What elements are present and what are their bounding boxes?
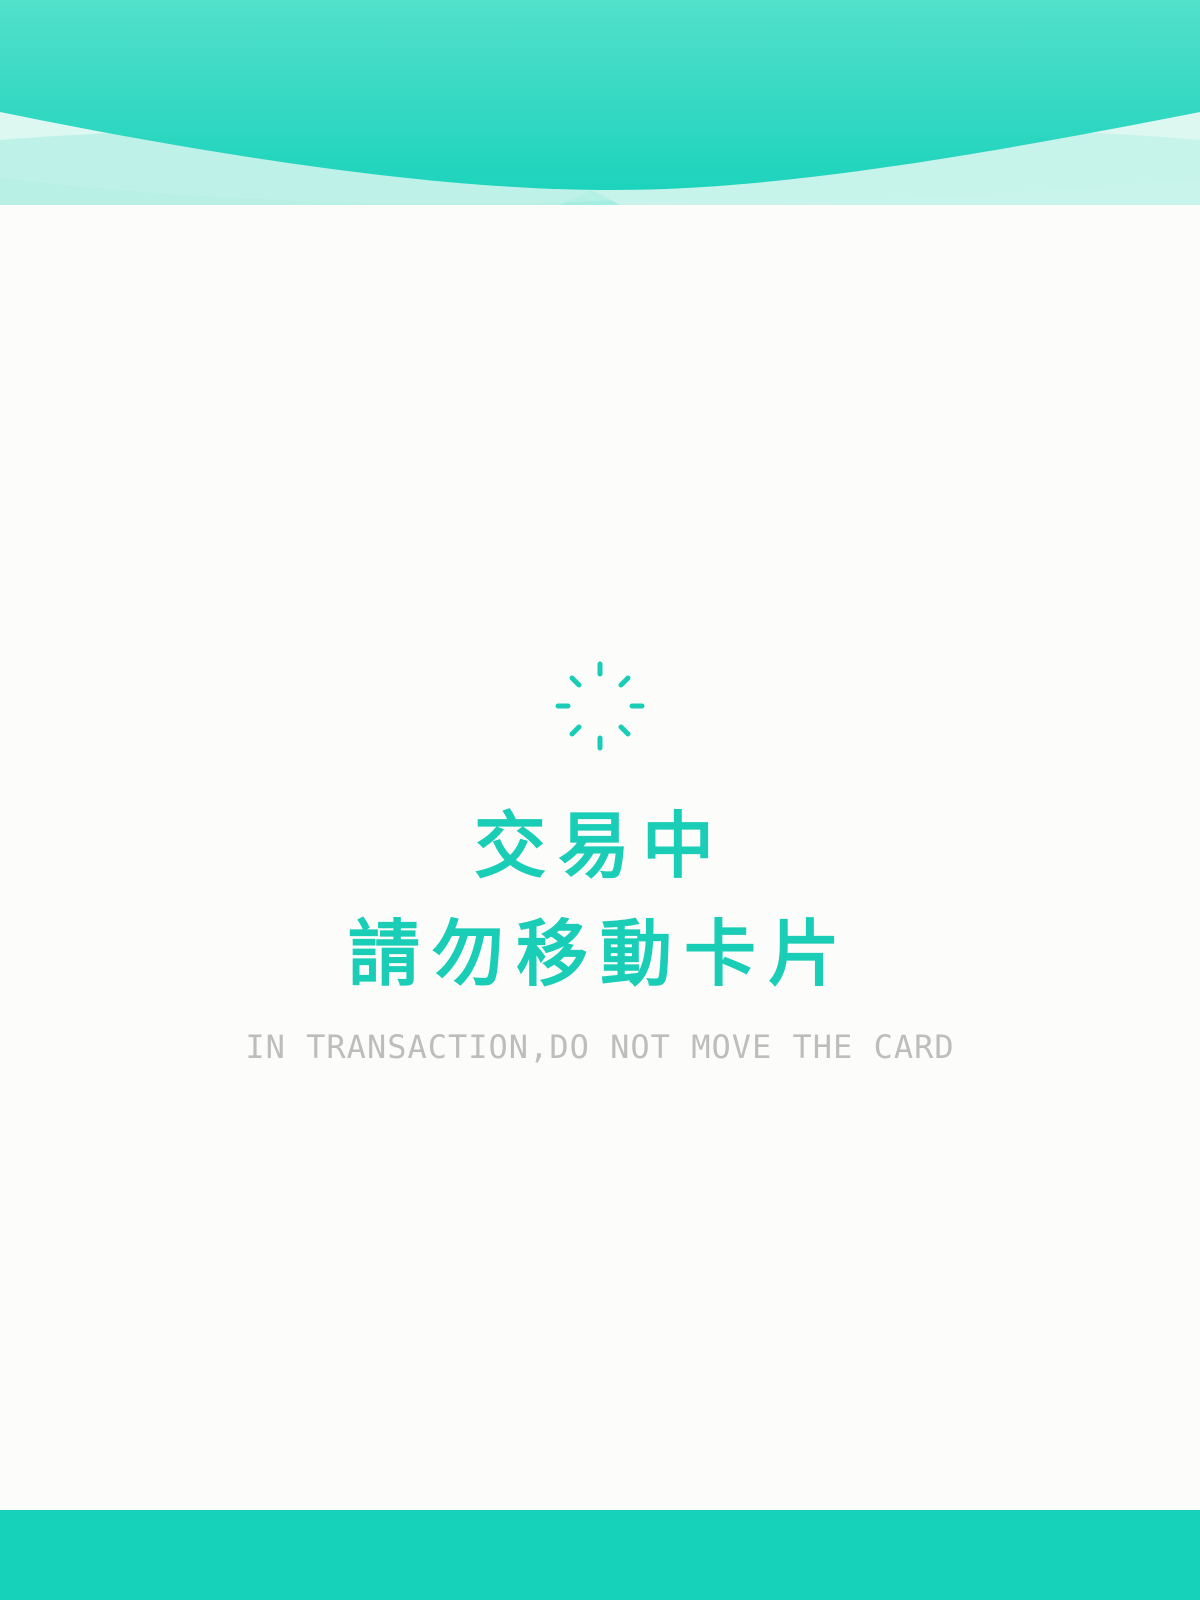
status-subtitle: IN TRANSACTION,DO NOT MOVE THE CARD: [245, 1028, 955, 1066]
transaction-status: 交易中 請勿移動卡片 IN TRANSACTION,DO NOT MOVE TH…: [0, 660, 1200, 1066]
loading-spinner-icon: [555, 661, 645, 751]
header-wave-banner: [0, 0, 1200, 205]
status-title-line-2: 請勿移動卡片: [347, 912, 852, 996]
status-title-line-1: 交易中: [473, 804, 726, 888]
footer-bar: [0, 1510, 1200, 1600]
transaction-screen: 交易中 請勿移動卡片 IN TRANSACTION,DO NOT MOVE TH…: [0, 0, 1200, 1600]
